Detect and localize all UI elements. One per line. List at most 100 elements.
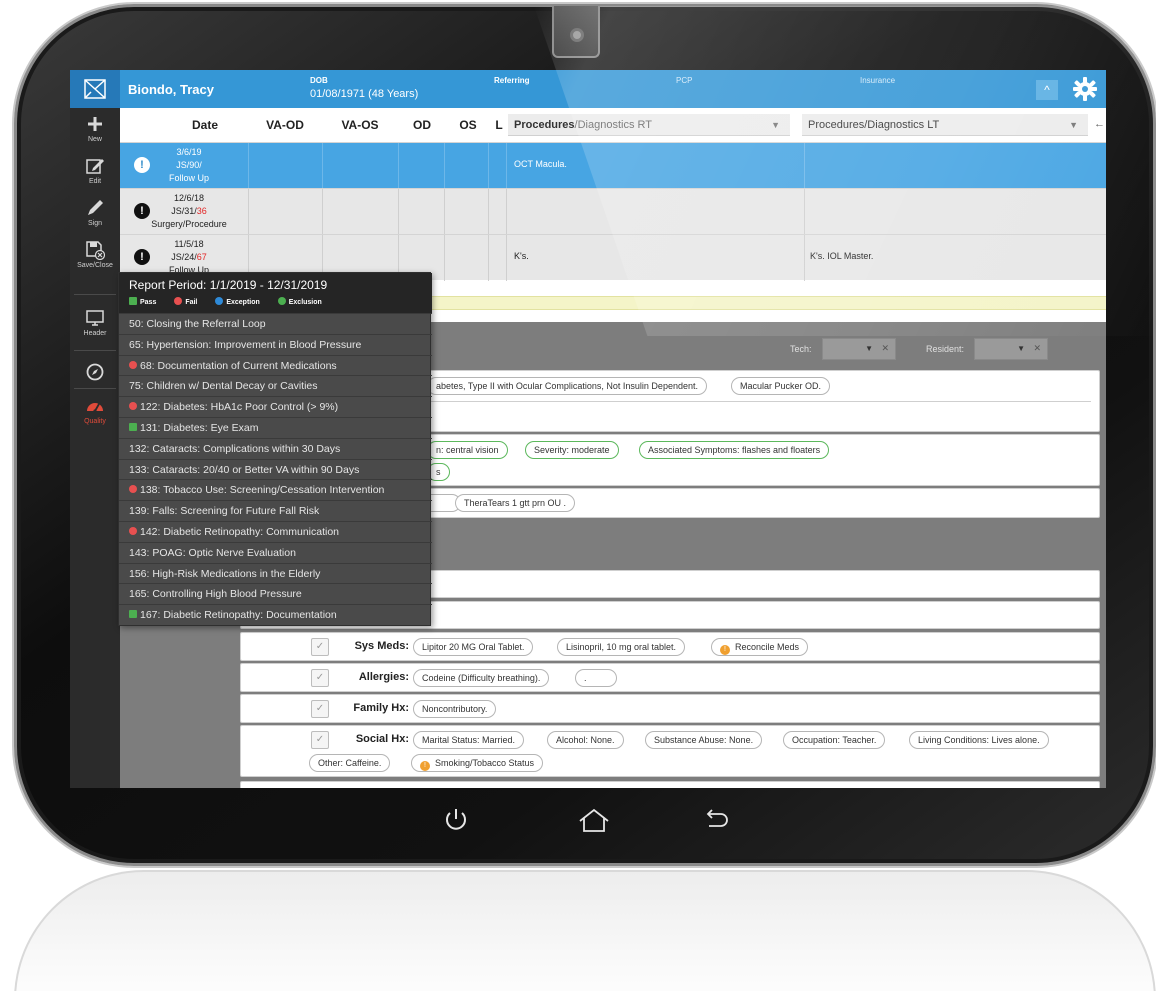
fail-icon xyxy=(129,485,137,494)
social-hx-chip[interactable]: Substance Abuse: None. xyxy=(645,731,763,749)
quality-measure-item[interactable]: 68: Documentation of Current Medications xyxy=(119,354,432,375)
back-icon[interactable] xyxy=(696,800,736,840)
quality-measure-item[interactable]: 138: Tobacco Use: Screening/Cessation In… xyxy=(119,479,432,499)
scroll-left-icon[interactable]: ← xyxy=(1094,118,1105,130)
settings-gear-icon[interactable] xyxy=(1072,76,1098,102)
legend-fail: Fail xyxy=(174,297,197,306)
column-header-date[interactable]: Date xyxy=(160,108,250,142)
table-row[interactable]: ! 3/6/19 JS/90/ Follow Up OCT Macula. xyxy=(120,142,1106,189)
quality-measure-item[interactable]: 75: Children w/ Dental Decay or Cavities xyxy=(119,375,432,395)
tech-label: Tech: xyxy=(790,344,812,354)
divider xyxy=(427,401,1091,402)
gauge-icon xyxy=(87,403,103,413)
quality-measure-item[interactable]: 131: Diabetes: Eye Exam xyxy=(119,417,432,437)
table-row[interactable]: ! 12/6/18 JS/31/36 Surgery/Procedure xyxy=(120,188,1106,235)
hpi-chip[interactable]: Severity: moderate xyxy=(525,441,619,459)
app-logo-icon[interactable] xyxy=(70,70,120,108)
quality-measure-item[interactable]: 139: Falls: Screening for Future Fall Ri… xyxy=(119,500,432,520)
procedures-rt-select[interactable]: Procedures/Diagnostics RT ▼ xyxy=(508,114,790,136)
smoking-status-button[interactable]: ! Smoking/Tobacco Status xyxy=(411,754,544,772)
dob-label: DOB xyxy=(310,76,328,85)
procedures-rt-bold: Procedures xyxy=(514,119,575,131)
quality-measure-item[interactable]: 156: High-Risk Medications in the Elderl… xyxy=(119,562,432,583)
sys-meds-panel: ✓ Sys Meds: Lipitor 20 MG Oral Tablet. L… xyxy=(240,632,1100,661)
quality-measure-item[interactable]: 50: Closing the Referral Loop xyxy=(119,313,432,333)
hpi-chip[interactable]: Associated Symptoms: flashes and floater… xyxy=(639,441,830,459)
quality-measure-label: 167: Diabetic Retinopathy: Documentation xyxy=(140,609,337,622)
sidebar-item-save-close[interactable]: Save/Close xyxy=(70,236,120,276)
quality-measure-label: 156: High-Risk Medications in the Elderl… xyxy=(129,567,321,580)
sys-med-chip[interactable]: Lisinopril, 10 mg oral tablet. xyxy=(557,638,686,656)
quality-measure-item[interactable]: 132: Cataracts: Complications within 30 … xyxy=(119,437,432,458)
camera-notch xyxy=(552,6,600,58)
column-header-va-od[interactable]: VA-OD xyxy=(250,108,320,142)
social-hx-chip[interactable]: Alcohol: None. xyxy=(547,731,624,749)
column-header-va-os[interactable]: VA-OS xyxy=(325,108,395,142)
sidebar-divider xyxy=(74,294,116,295)
quality-measure-label: 122: Diabetes: HbA1c Poor Control (> 9%) xyxy=(140,401,339,414)
procedures-lt-select[interactable]: Procedures/Diagnostics LT ▼ xyxy=(802,114,1088,136)
power-icon[interactable] xyxy=(436,800,476,840)
pen-icon xyxy=(88,200,103,215)
pass-icon xyxy=(129,423,137,431)
social-hx-chip[interactable]: Other: Caffeine. xyxy=(309,754,391,772)
clear-icon[interactable]: ✕ xyxy=(881,343,889,354)
column-header-l[interactable]: L xyxy=(490,108,508,142)
allergies-panel: ✓ Allergies: Codeine (Difficulty breathi… xyxy=(240,663,1100,692)
visit-date-cell: 12/6/18 JS/31/36 Surgery/Procedure xyxy=(151,193,227,229)
social-hx-chip[interactable]: Marital Status: Married. xyxy=(413,731,525,749)
patient-name[interactable]: Biondo, Tracy xyxy=(128,82,214,97)
family-hx-label: Family Hx: xyxy=(353,702,409,714)
sidebar-item-quality[interactable]: Quality xyxy=(70,392,120,432)
quality-measure-item[interactable]: 142: Diabetic Retinopathy: Communication xyxy=(119,521,432,541)
compass-icon xyxy=(86,363,104,381)
camera-icon xyxy=(570,28,584,42)
exception-icon xyxy=(215,297,224,305)
family-hx-chip[interactable]: Noncontributory. xyxy=(413,700,497,718)
sys-med-chip[interactable]: Lipitor 20 MG Oral Tablet. xyxy=(413,638,534,656)
hpi-chip[interactable]: n: central vision xyxy=(427,441,508,459)
plus-icon xyxy=(88,117,102,131)
quality-measure-label: 50: Closing the Referral Loop xyxy=(129,318,266,330)
resident-select[interactable]: ▼ ✕ xyxy=(974,338,1048,360)
reconcile-meds-button[interactable]: ! Reconcile Meds xyxy=(711,638,809,656)
quality-measure-item[interactable]: 165: Controlling High Blood Pressure xyxy=(119,583,432,603)
home-icon[interactable] xyxy=(572,800,616,840)
sidebar-item-sign[interactable]: Sign xyxy=(70,194,120,234)
patient-header: Biondo, Tracy DOB 01/08/1971 (48 Years) … xyxy=(70,70,1106,108)
collapse-header-button[interactable]: ^ xyxy=(1036,80,1058,100)
quality-report-popup: Report Period: 1/1/2019 - 12/31/2019 Pas… xyxy=(118,272,432,626)
diagnosis-chip[interactable]: abetes, Type II with Ocular Complication… xyxy=(427,377,707,395)
fail-icon xyxy=(129,527,137,535)
tech-select[interactable]: ▼ ✕ xyxy=(822,338,896,360)
fail-icon xyxy=(129,360,137,369)
allergy-chip[interactable]: . xyxy=(575,669,617,687)
sidebar-label-edit: Edit xyxy=(88,178,102,185)
social-hx-chip[interactable]: Living Conditions: Lives alone. xyxy=(909,731,1049,749)
column-header-od[interactable]: OD xyxy=(400,108,444,142)
fail-icon xyxy=(174,297,183,305)
med-chip[interactable]: TheraTears 1 gtt prn OU . xyxy=(455,494,576,512)
legend-exception: Exception xyxy=(215,297,260,306)
exclusion-icon xyxy=(277,297,286,305)
quality-measure-item[interactable]: 167: Diabetic Retinopathy: Documentation xyxy=(119,604,432,624)
quality-measure-item[interactable]: 122: Diabetes: HbA1c Poor Control (> 9%) xyxy=(119,396,432,416)
monitor-icon xyxy=(86,310,104,326)
sidebar-item-new[interactable]: New xyxy=(70,110,120,150)
diagnosis-chip[interactable]: Macular Pucker OD. xyxy=(731,377,831,395)
quality-measure-label: 165: Controlling High Blood Pressure xyxy=(129,588,302,601)
sidebar-item-edit[interactable]: Edit xyxy=(70,152,120,192)
quality-measure-item[interactable]: 133: Cataracts: 20/40 or Better VA withi… xyxy=(119,458,432,479)
clear-icon[interactable]: ✕ xyxy=(1033,343,1041,354)
sidebar-label-sign: Sign xyxy=(87,220,102,227)
sidebar-item-header[interactable]: Header xyxy=(70,304,120,344)
edit-icon xyxy=(86,159,104,174)
allergies-label: Allergies: xyxy=(358,671,409,683)
social-hx-chip[interactable]: Occupation: Teacher. xyxy=(783,731,886,749)
chevron-down-icon: ▼ xyxy=(865,344,873,353)
chevron-down-icon: ▼ xyxy=(1069,120,1078,130)
quality-measure-item[interactable]: 143: POAG: Optic Nerve Evaluation xyxy=(119,541,432,562)
quality-measure-item[interactable]: 65: Hypertension: Improvement in Blood P… xyxy=(119,333,432,354)
column-header-os[interactable]: OS xyxy=(446,108,490,142)
allergy-chip[interactable]: Codeine (Difficulty breathing). xyxy=(413,669,550,687)
